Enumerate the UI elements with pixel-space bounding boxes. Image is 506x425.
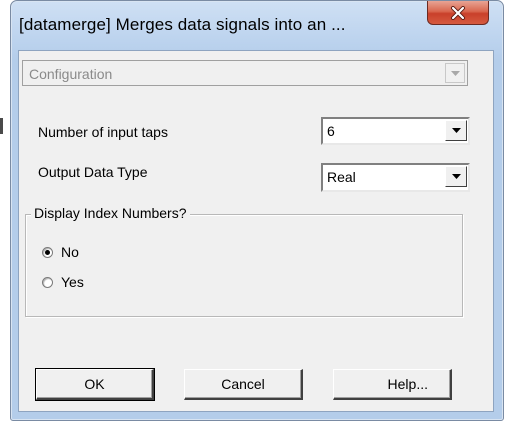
radio-yes-label[interactable]: Yes [61, 274, 84, 290]
cancel-button[interactable]: Cancel [184, 369, 303, 400]
radio-yes-circle[interactable] [42, 276, 53, 288]
chevron-down-icon [451, 128, 461, 133]
chevron-down-icon [450, 70, 460, 76]
chevron-down-icon [451, 174, 461, 179]
output-type-dropdown-button[interactable] [445, 166, 467, 187]
input-taps-label: Number of input taps [38, 124, 168, 140]
close-button[interactable] [427, 1, 489, 25]
window-title: [datamerge] Merges data signals into an … [19, 15, 346, 34]
output-type-value: Real [327, 169, 356, 185]
radio-selected-dot [45, 249, 50, 255]
configuration-dropdown-arrow [445, 63, 465, 83]
input-taps-dropdown-button[interactable] [445, 120, 467, 141]
configuration-dropdown: Configuration [22, 60, 468, 86]
output-type-select[interactable]: Real [321, 163, 470, 192]
display-index-title: Display Index Numbers? [31, 205, 190, 221]
radio-no-circle[interactable] [42, 246, 53, 258]
output-type-label: Output Data Type [38, 164, 148, 180]
radio-no-label[interactable]: No [61, 244, 79, 260]
input-taps-value: 6 [327, 123, 335, 139]
input-taps-select[interactable]: 6 [321, 117, 470, 145]
configuration-label: Configuration [29, 66, 113, 82]
background-edge [0, 118, 3, 134]
radio-yes[interactable]: Yes [42, 274, 84, 290]
help-button[interactable]: Help... [333, 369, 452, 400]
radio-no[interactable]: No [42, 244, 79, 260]
close-icon [451, 5, 465, 20]
ok-button[interactable]: OK [35, 368, 155, 401]
display-index-group [25, 214, 463, 317]
title-bar[interactable]: [datamerge] Merges data signals into an … [11, 1, 503, 47]
